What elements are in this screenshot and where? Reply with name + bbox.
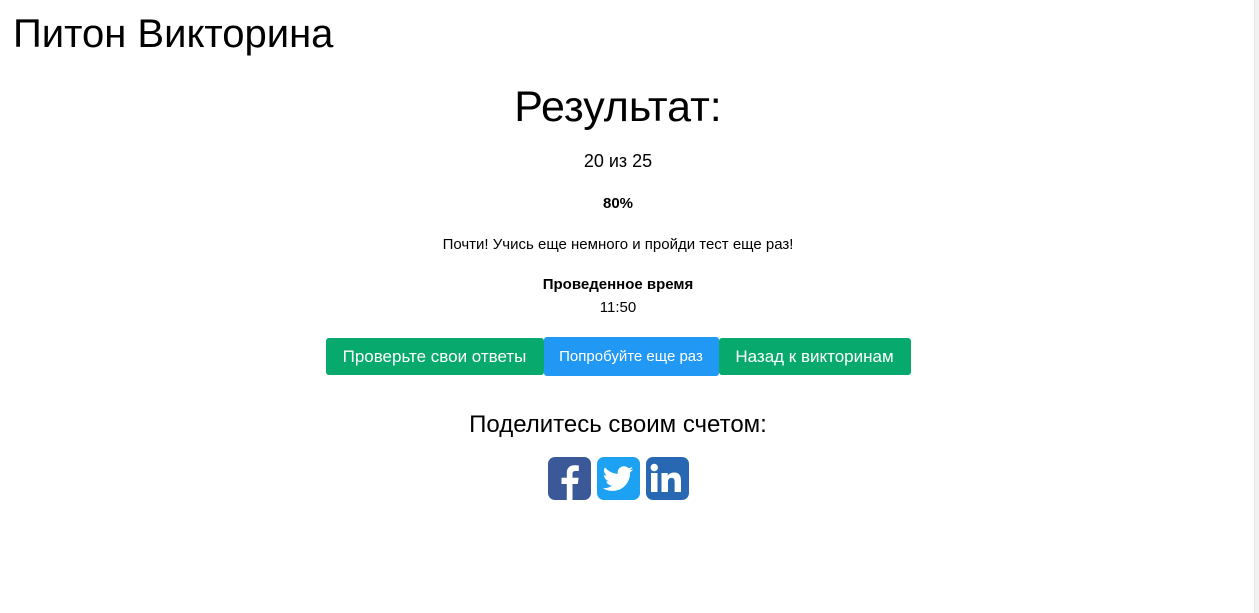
percent-text: 80% xyxy=(602,195,634,212)
time-spent-label: Проведенное время xyxy=(542,276,694,293)
facebook-icon xyxy=(561,465,579,500)
linkedin-icon xyxy=(650,463,681,492)
back-to-quizzes-button[interactable]: Назад к викторинам xyxy=(718,338,911,375)
page: Питон Викторина Результат: 20 из 25 80% … xyxy=(0,0,1259,613)
twitter-icon xyxy=(602,466,633,491)
facebook-share-button[interactable] xyxy=(547,457,591,500)
result-title: Результат: xyxy=(514,83,722,131)
page-scrollbar[interactable] xyxy=(1254,0,1259,613)
linkedin-share-button[interactable] xyxy=(645,457,689,500)
action-buttons: Проверьте свои ответы Попробуйте еще раз… xyxy=(0,337,1236,376)
try-again-button[interactable]: Попробуйте еще раз xyxy=(543,337,719,376)
time-spent-value: 11:50 xyxy=(599,299,637,316)
twitter-share-button[interactable] xyxy=(596,457,640,500)
score-text: 20 из 25 xyxy=(583,151,653,171)
check-answers-button[interactable]: Проверьте свои ответы xyxy=(325,338,544,375)
share-buttons xyxy=(0,457,1236,500)
app-title: Питон Викторина xyxy=(13,12,334,56)
share-title: Поделитесь своим счетом: xyxy=(469,411,767,438)
result-message: Почти! Учись еще немного и пройди тест е… xyxy=(442,236,794,253)
